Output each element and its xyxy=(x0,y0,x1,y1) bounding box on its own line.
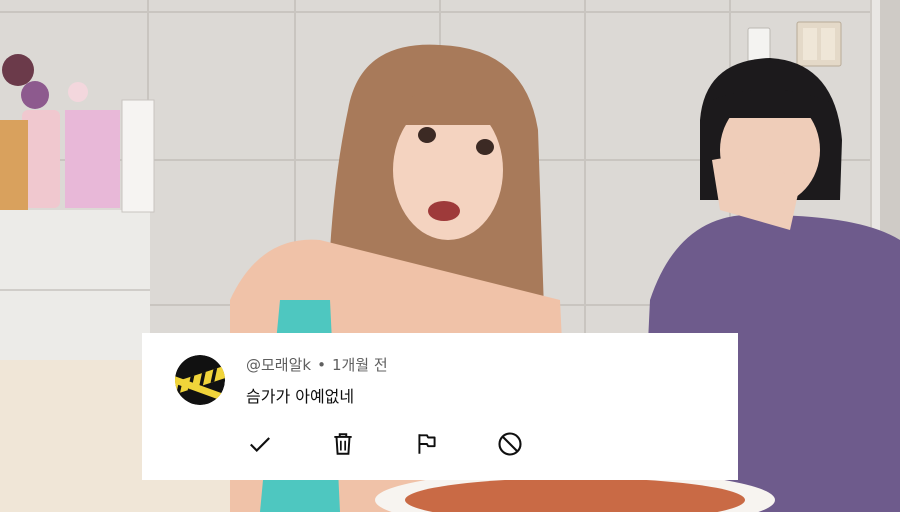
block-icon xyxy=(498,432,522,456)
approve-button[interactable] xyxy=(244,428,276,460)
hide-user-button[interactable] xyxy=(494,428,526,460)
comment-meta: @모래알k • 1개월 전 xyxy=(246,354,388,375)
avatar[interactable] xyxy=(175,355,225,405)
caution-tape-avatar-icon xyxy=(175,355,225,405)
trash-icon xyxy=(334,433,352,455)
meta-separator: • xyxy=(317,356,326,374)
delete-button[interactable] xyxy=(327,428,359,460)
comment-text: 슴가가 아예없네 xyxy=(246,387,355,406)
comment-card: @모래알k • 1개월 전 슴가가 아예없네 xyxy=(142,333,738,480)
comment-author[interactable]: @모래알k xyxy=(246,356,311,374)
flag-icon xyxy=(418,434,436,454)
report-button[interactable] xyxy=(411,428,443,460)
comment-time[interactable]: 1개월 전 xyxy=(332,356,388,374)
check-icon xyxy=(250,437,270,453)
